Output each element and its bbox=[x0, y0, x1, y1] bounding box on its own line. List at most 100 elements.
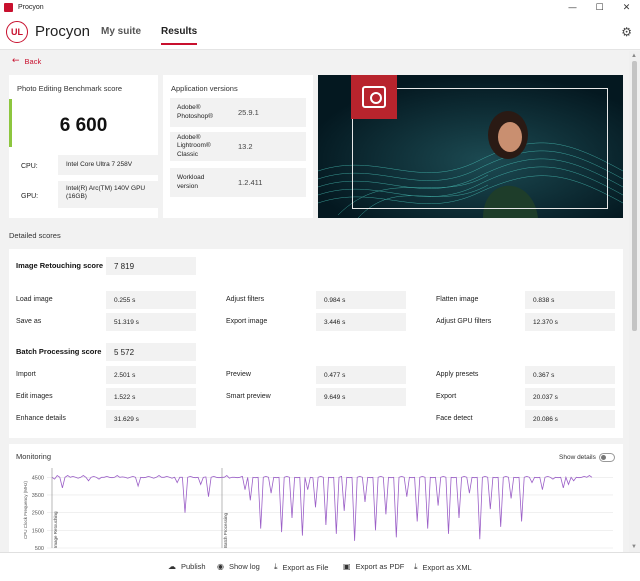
retouching-score-label: Image Retouching score bbox=[16, 261, 104, 270]
metric-label: Load image bbox=[16, 296, 53, 303]
photo-editing-badge-icon bbox=[351, 75, 397, 119]
version-name: Adobe® Lightroom® Classic bbox=[170, 132, 230, 161]
ul-logo: UL bbox=[6, 21, 28, 43]
export-pdf-label: Export as PDF bbox=[355, 562, 405, 571]
publish-button[interactable]: ☁ Publish bbox=[168, 562, 206, 571]
version-name: Adobe® Photoshop® bbox=[170, 98, 230, 127]
export-xml-label: Export as XML bbox=[422, 562, 472, 572]
phase-marker-label: Image Retouching bbox=[53, 511, 58, 548]
back-link[interactable]: ← Back bbox=[12, 56, 41, 66]
monitoring-title: Monitoring bbox=[16, 452, 52, 461]
main-nav: My suite Results bbox=[101, 26, 198, 45]
metric-value: 51.319 s bbox=[106, 313, 196, 331]
batch-score-value: 5 572 bbox=[106, 343, 196, 361]
metric-label: Enhance details bbox=[16, 415, 66, 422]
scroll-up-icon[interactable]: ▲ bbox=[631, 53, 637, 59]
metric-value: 12.370 s bbox=[525, 313, 615, 331]
metric-label: Smart preview bbox=[226, 393, 271, 400]
metric-value: 0.255 s bbox=[106, 291, 196, 309]
close-button[interactable]: ✕ bbox=[613, 0, 640, 15]
nav-my-suite[interactable]: My suite bbox=[101, 26, 141, 45]
cpu-frequency-series bbox=[51, 474, 593, 541]
cpu-frequency-chart: 4500350025001500500CPU Clock Frequency (… bbox=[23, 468, 613, 552]
publish-label: Publish bbox=[181, 562, 206, 571]
minimize-button[interactable]: — bbox=[559, 0, 586, 15]
export-xml-button[interactable]: ⤓ Export as XML bbox=[414, 562, 472, 572]
metric-value: 9.649 s bbox=[316, 388, 406, 406]
maximize-button[interactable]: ☐ bbox=[586, 0, 613, 15]
phase-marker-label: Batch Processing bbox=[223, 512, 228, 548]
vertical-scrollbar[interactable]: ▲ ▼ bbox=[629, 51, 640, 552]
publish-icon: ☁ bbox=[168, 562, 176, 571]
y-tick-label: 3500 bbox=[32, 493, 44, 499]
versions-title: Application versions bbox=[171, 84, 238, 93]
metric-value: 1.522 s bbox=[106, 388, 196, 406]
window-controls: — ☐ ✕ bbox=[559, 0, 640, 15]
show-log-button[interactable]: ◉ Show log bbox=[217, 562, 260, 571]
benchmark-hero-image bbox=[318, 75, 623, 218]
metric-label: Flatten image bbox=[436, 296, 479, 303]
gpu-label: GPU: bbox=[21, 193, 39, 200]
y-axis-label: CPU Clock Frequency (MHz) bbox=[23, 480, 28, 539]
scroll-down-icon[interactable]: ▼ bbox=[631, 544, 637, 550]
export-file-label: Export as File bbox=[282, 562, 329, 572]
metric-value: 20.037 s bbox=[525, 388, 615, 406]
metric-label: Export image bbox=[226, 318, 268, 325]
batch-score-label: Batch Processing score bbox=[16, 347, 102, 356]
show-details-label: Show details bbox=[559, 454, 596, 461]
monitoring-card: Monitoring Show details 4500 3500 2500 1500… bbox=[9, 444, 623, 552]
detailed-scores-card: Image Retouching score 7 819 Load image … bbox=[9, 249, 623, 438]
nav-results[interactable]: Results bbox=[161, 26, 198, 45]
metric-value: 0.838 s bbox=[525, 291, 615, 309]
metric-label: Preview bbox=[226, 371, 251, 378]
export-pdf-button[interactable]: ▣ Export as PDF bbox=[343, 562, 404, 571]
y-tick-label: 4500 bbox=[32, 475, 44, 481]
show-details-toggle[interactable] bbox=[599, 453, 615, 462]
benchmark-score-card: Photo Editing Benchmark score 6 600 CPU:… bbox=[9, 75, 159, 218]
version-value: 1.2.411 bbox=[230, 168, 306, 197]
gear-icon[interactable]: ⚙ bbox=[621, 25, 632, 39]
metric-label: Edit images bbox=[16, 393, 53, 400]
app-icon bbox=[4, 3, 13, 12]
detailed-scores-title: Detailed scores bbox=[9, 231, 61, 240]
metric-value: 0.367 s bbox=[525, 366, 615, 384]
window-title: Procyon bbox=[18, 4, 44, 11]
cpu-value: Intel Core Ultra 7 258V bbox=[58, 155, 159, 175]
version-value: 25.9.1 bbox=[230, 98, 306, 127]
overall-score: 6 600 bbox=[59, 115, 108, 136]
window-titlebar: Procyon — ☐ ✕ bbox=[0, 0, 640, 15]
metric-value: 31.629 s bbox=[106, 410, 196, 428]
app-name: Procyon bbox=[35, 23, 91, 40]
scroll-thumb[interactable] bbox=[632, 61, 637, 331]
metric-label: Export bbox=[436, 393, 457, 400]
back-label: Back bbox=[24, 56, 42, 66]
score-card-title: Photo Editing Benchmark score bbox=[17, 84, 123, 93]
metric-label: Adjust GPU filters bbox=[436, 318, 492, 325]
app-versions-card: Application versions Adobe® Photoshop® 2… bbox=[163, 75, 313, 218]
metric-value: 3.446 s bbox=[316, 313, 406, 331]
version-name: Workload version bbox=[170, 168, 230, 197]
app-header: UL Procyon My suite Results ⚙ bbox=[0, 15, 640, 50]
retouching-score-value: 7 819 bbox=[106, 257, 196, 275]
save-icon: ▣ bbox=[343, 562, 351, 571]
log-icon: ◉ bbox=[217, 562, 224, 571]
y-tick-label: 1500 bbox=[32, 528, 44, 534]
metric-label: Import bbox=[16, 371, 36, 378]
arrow-left-icon: ← bbox=[12, 56, 20, 66]
metric-label: Adjust filters bbox=[226, 296, 265, 303]
metric-value: 0.477 s bbox=[316, 366, 406, 384]
version-value: 13.2 bbox=[230, 132, 306, 161]
gpu-value: Intel(R) Arc(TM) 140V GPU (16GB) bbox=[58, 181, 159, 208]
y-tick-label: 2500 bbox=[32, 511, 44, 517]
cpu-label: CPU: bbox=[21, 163, 38, 170]
show-log-label: Show log bbox=[228, 562, 260, 571]
metric-label: Save as bbox=[16, 318, 42, 325]
download-icon: ⤓ bbox=[274, 562, 278, 571]
metric-label: Apply presets bbox=[436, 371, 479, 378]
footer-toolbar: ☁ Publish ◉ Show log ⤓ Export as File ▣ … bbox=[0, 552, 640, 581]
metric-label: Face detect bbox=[436, 415, 473, 422]
metric-value: 2.501 s bbox=[106, 366, 196, 384]
metric-value: 0.984 s bbox=[316, 291, 406, 309]
export-file-button[interactable]: ⤓ Export as File bbox=[274, 562, 328, 572]
metric-value: 20.086 s bbox=[525, 410, 615, 428]
